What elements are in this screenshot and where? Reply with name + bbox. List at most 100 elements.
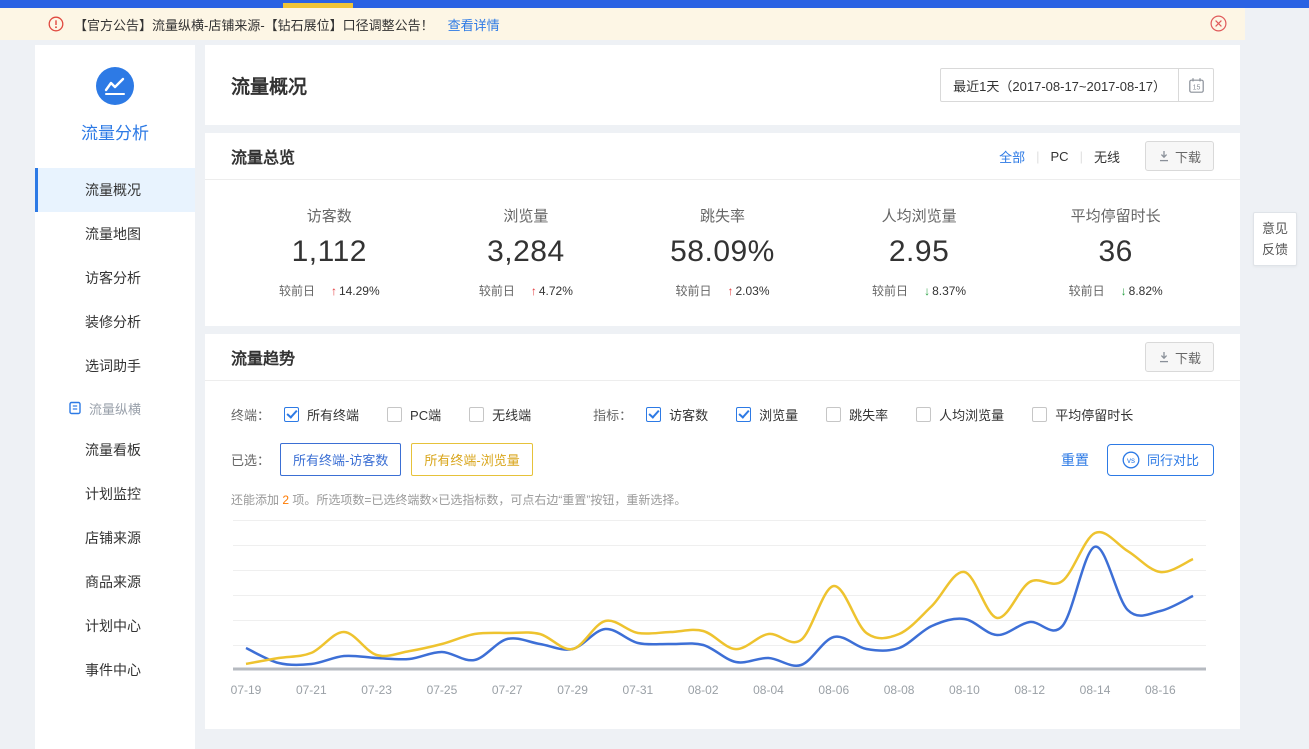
selected-row: 已选： 所有终端-访客数 所有终端-浏览量 重置 vs 同行对比 <box>205 424 1240 476</box>
sidebar-item-plan-monitor[interactable]: 计划监控 <box>35 472 195 516</box>
sidebar-section-label: 流量纵横 <box>89 399 141 418</box>
stat-pageviews: 浏览量 3,284 较前日↑4.72% <box>428 205 625 299</box>
sidebar-item-event-center[interactable]: 事件中心 <box>35 648 195 692</box>
reset-link[interactable]: 重置 <box>1061 450 1089 470</box>
sidebar-item-traffic-map[interactable]: 流量地图 <box>35 212 195 256</box>
sidebar-item-label: 选词助手 <box>85 358 141 374</box>
sidebar: 流量分析 流量概况 流量地图 访客分析 装修分析 选词助手 流量纵横 流量看板 … <box>35 45 195 749</box>
sidebar-item-decoration-analysis[interactable]: 装修分析 <box>35 300 195 344</box>
trend-chart <box>233 520 1240 678</box>
series-line <box>246 547 1193 666</box>
tab-pc[interactable]: PC <box>1040 149 1080 164</box>
compare-label: 较前日 <box>675 282 711 299</box>
metric-filter-label: 指标： <box>593 405 632 424</box>
x-axis-label: 08-08 <box>884 683 915 697</box>
sidebar-item-label: 流量看板 <box>85 442 141 458</box>
sidebar-item-traffic-overview[interactable]: 流量概况 <box>35 168 195 212</box>
filter-row: 终端： 所有终端 PC端 无线端 指标： 访客数 浏览量 跳失率 人均浏览量 平… <box>205 381 1240 424</box>
stat-label: 跳失率 <box>624 205 821 226</box>
calendar-icon[interactable]: 15 <box>1178 69 1213 101</box>
sidebar-item-plan-center[interactable]: 计划中心 <box>35 604 195 648</box>
checkbox-icon[interactable] <box>736 407 751 422</box>
checkbox-label: 无线端 <box>492 405 531 424</box>
terminal-filter-label: 终端： <box>231 405 270 424</box>
checkbox-all-terminals[interactable]: 所有终端 <box>284 405 359 424</box>
stat-visitors: 访客数 1,112 较前日↑14.29% <box>231 205 428 299</box>
trend-section-title: 流量趋势 <box>231 345 295 369</box>
checkbox-icon[interactable] <box>387 407 402 422</box>
download-label: 下载 <box>1175 147 1201 166</box>
sidebar-item-visitor-analysis[interactable]: 访客分析 <box>35 256 195 300</box>
sidebar-item-shop-source[interactable]: 店铺来源 <box>35 516 195 560</box>
page: 【官方公告】流量纵横-店铺来源-【钻石展位】口径调整公告！ 查看详情 流量分析 … <box>0 0 1309 749</box>
page-title: 流量概况 <box>231 72 307 99</box>
sidebar-item-traffic-board[interactable]: 流量看板 <box>35 428 195 472</box>
selected-tag-pageviews[interactable]: 所有终端-浏览量 <box>411 443 532 476</box>
checkbox-pc-terminal[interactable]: PC端 <box>387 405 441 424</box>
tab-wireless[interactable]: 无线 <box>1083 147 1131 166</box>
close-icon[interactable] <box>1210 15 1227 32</box>
page-header: 流量概况 最近1天（2017-08-17~2017-08-17） 15 <box>205 45 1240 125</box>
checkbox-icon[interactable] <box>469 407 484 422</box>
main-content: 流量概况 最近1天（2017-08-17~2017-08-17） 15 流量总览… <box>205 45 1240 729</box>
stat-bounce-rate: 跳失率 58.09% 较前日↑2.03% <box>624 205 821 299</box>
checkbox-avg-stay-time[interactable]: 平均停留时长 <box>1032 405 1133 424</box>
compare-label: 较前日 <box>872 282 908 299</box>
checkbox-visitors[interactable]: 访客数 <box>646 405 708 424</box>
checkbox-wireless-terminal[interactable]: 无线端 <box>469 405 531 424</box>
x-axis-label: 08-12 <box>1014 683 1045 697</box>
series-line <box>246 532 1193 664</box>
sidebar-item-label: 流量地图 <box>85 226 141 242</box>
sidebar-item-label: 店铺来源 <box>85 530 141 546</box>
feedback-button[interactable]: 意见 反馈 <box>1253 212 1297 266</box>
announcement-text: 【官方公告】流量纵横-店铺来源-【钻石展位】口径调整公告！ <box>74 15 434 34</box>
vs-icon: vs <box>1122 451 1140 469</box>
sidebar-item-label: 流量概况 <box>85 182 141 198</box>
overview-section-header: 流量总览 全部 | PC | 无线 下载 <box>205 133 1240 180</box>
hint-text: 还能添加 2 项。所选项数=已选终端数×已选指标数，可点右边“重置”按钮，重新选… <box>205 476 1240 508</box>
sidebar-section-traffic-matrix[interactable]: 流量纵横 <box>35 388 195 428</box>
traffic-trend-card: 流量趋势 下载 终端： 所有终端 PC端 无线端 指标： 访客数 浏览量 跳失率… <box>205 334 1240 729</box>
checkbox-icon[interactable] <box>646 407 661 422</box>
sidebar-item-word-assistant[interactable]: 选词助手 <box>35 344 195 388</box>
stat-label: 人均浏览量 <box>821 205 1018 226</box>
peer-compare-button[interactable]: vs 同行对比 <box>1107 444 1214 476</box>
checkbox-icon[interactable] <box>916 407 931 422</box>
checkbox-pageviews[interactable]: 浏览量 <box>736 405 798 424</box>
x-axis-label: 07-23 <box>361 683 392 697</box>
x-axis-label: 07-27 <box>492 683 523 697</box>
stat-value: 1,112 <box>231 235 428 269</box>
change-value: 4.72% <box>539 284 573 298</box>
svg-text:15: 15 <box>1192 84 1200 91</box>
x-axis-labels: 07-1907-2107-2307-2507-2707-2907-3108-02… <box>233 678 1240 700</box>
feedback-label: 反馈 <box>1254 239 1296 260</box>
checkbox-label: PC端 <box>410 405 441 424</box>
down-arrow-icon: ↓ <box>924 284 930 298</box>
change-value: 14.29% <box>339 284 380 298</box>
feedback-label: 意见 <box>1254 218 1296 239</box>
sidebar-item-label: 访客分析 <box>85 270 141 286</box>
checkbox-label: 平均停留时长 <box>1055 405 1133 424</box>
download-button[interactable]: 下载 <box>1145 342 1214 372</box>
x-axis-label: 07-25 <box>427 683 458 697</box>
date-range-picker[interactable]: 最近1天（2017-08-17~2017-08-17） 15 <box>940 68 1214 102</box>
checkbox-pages-per-visitor[interactable]: 人均浏览量 <box>916 405 1004 424</box>
checkbox-icon[interactable] <box>826 407 841 422</box>
tab-all[interactable]: 全部 <box>988 147 1036 166</box>
sidebar-item-product-source[interactable]: 商品来源 <box>35 560 195 604</box>
download-button[interactable]: 下载 <box>1145 141 1214 171</box>
x-axis-label: 08-16 <box>1145 683 1176 697</box>
selected-tag-visitors[interactable]: 所有终端-访客数 <box>280 443 401 476</box>
checkbox-icon[interactable] <box>284 407 299 422</box>
sidebar-brand: 流量分析 <box>35 45 195 144</box>
up-arrow-icon: ↑ <box>727 284 733 298</box>
download-icon <box>1158 351 1170 363</box>
checkbox-bounce-rate[interactable]: 跳失率 <box>826 405 888 424</box>
overview-section-title: 流量总览 <box>231 144 295 168</box>
checkbox-icon[interactable] <box>1032 407 1047 422</box>
download-label: 下载 <box>1175 348 1201 367</box>
x-axis-label: 07-31 <box>623 683 654 697</box>
x-axis-label: 07-21 <box>296 683 327 697</box>
announcement-link[interactable]: 查看详情 <box>448 15 500 34</box>
x-axis-label: 08-06 <box>818 683 849 697</box>
